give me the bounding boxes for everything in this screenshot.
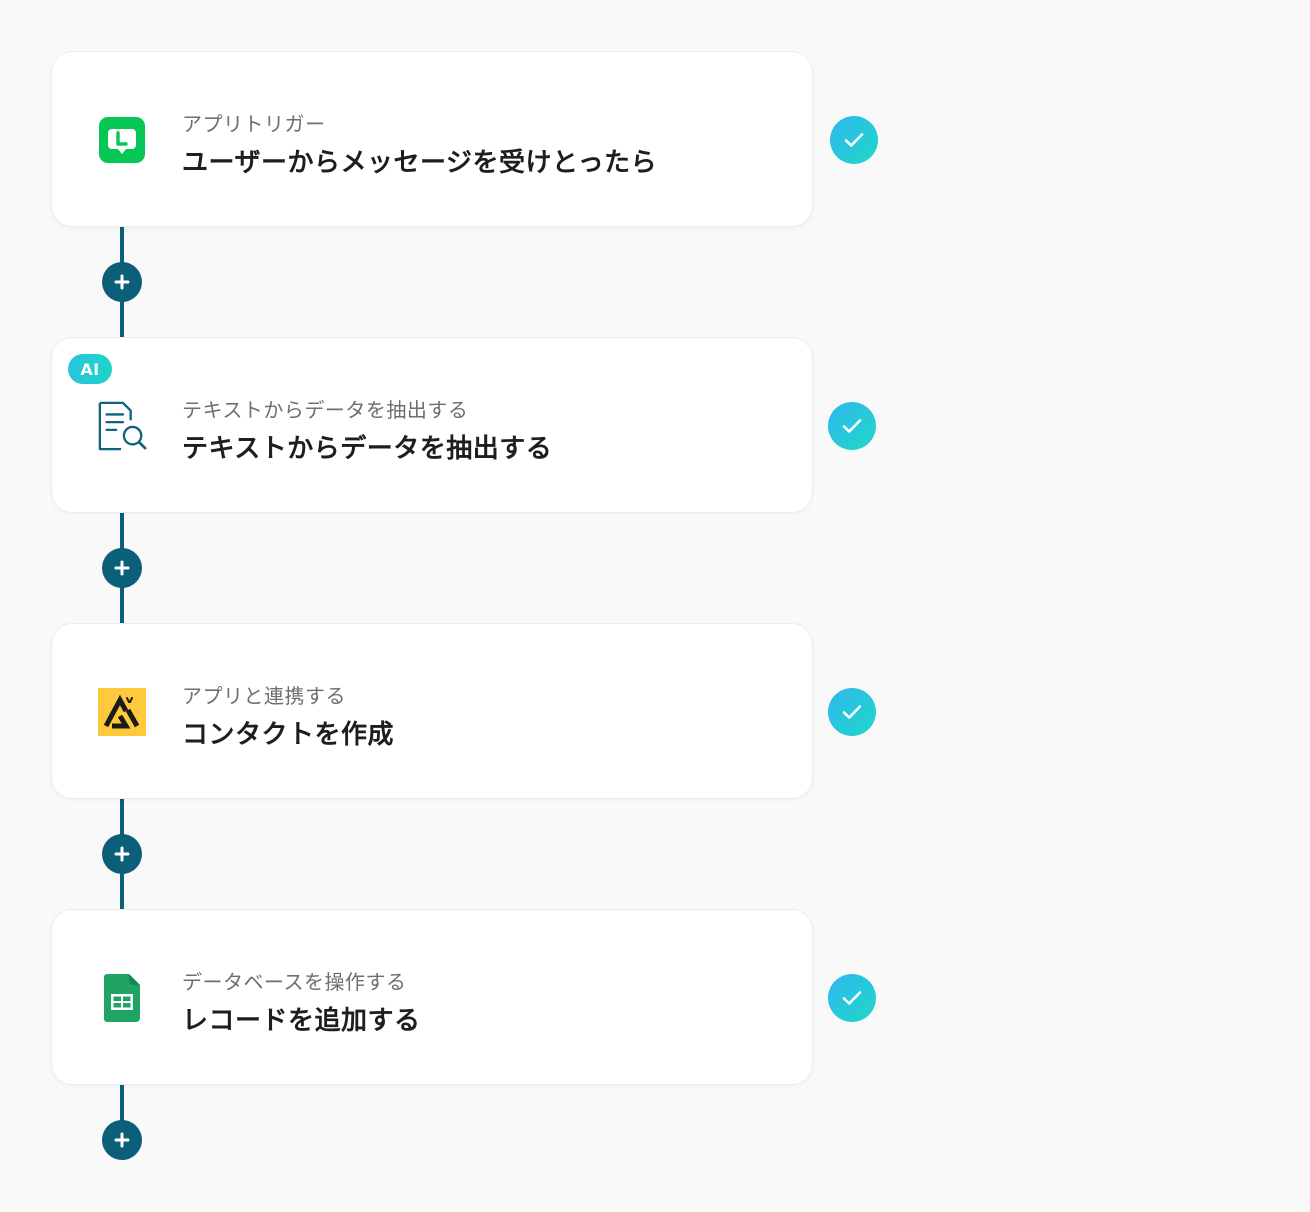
plus-icon [114,560,130,576]
check-icon [828,688,876,736]
add-step-button[interactable] [102,834,142,874]
check-icon [830,116,878,164]
step-card-trigger[interactable]: アプリトリガー ユーザーからメッセージを受けとったら [52,52,812,226]
check-icon [828,402,876,450]
plus-icon [114,274,130,290]
add-step-button[interactable] [102,548,142,588]
flow-canvas: アプリトリガー ユーザーからメッセージを受けとったら AI テキストからデータを… [0,0,1310,1212]
plus-icon [114,846,130,862]
check-icon [828,974,876,1022]
flow-connector [120,1084,124,1124]
step-title: テキストからデータを抽出する [182,434,553,464]
ai-badge: AI [68,354,112,384]
add-step-button[interactable] [102,262,142,302]
line-app-icon [96,114,148,166]
attio-app-icon [96,686,148,738]
step-subtitle: テキストからデータを抽出する [182,398,469,422]
document-search-icon [96,400,148,452]
step-title: ユーザーからメッセージを受けとったら [182,148,658,178]
step-card-create-contact[interactable]: アプリと連携する コンタクトを作成 [52,624,812,798]
step-card-add-record[interactable]: データベースを操作する レコードを追加する [52,910,812,1084]
google-sheets-icon [96,972,148,1024]
step-title: コンタクトを作成 [182,720,395,750]
add-step-button[interactable] [102,1120,142,1160]
step-subtitle: データベースを操作する [182,970,407,994]
step-subtitle: アプリトリガー [182,112,326,136]
step-card-ai-extract[interactable]: AI テキストからデータを抽出する テキストからデータを抽出する [52,338,812,512]
plus-icon [114,1132,130,1148]
step-subtitle: アプリと連携する [182,684,346,708]
step-title: レコードを追加する [182,1006,421,1036]
